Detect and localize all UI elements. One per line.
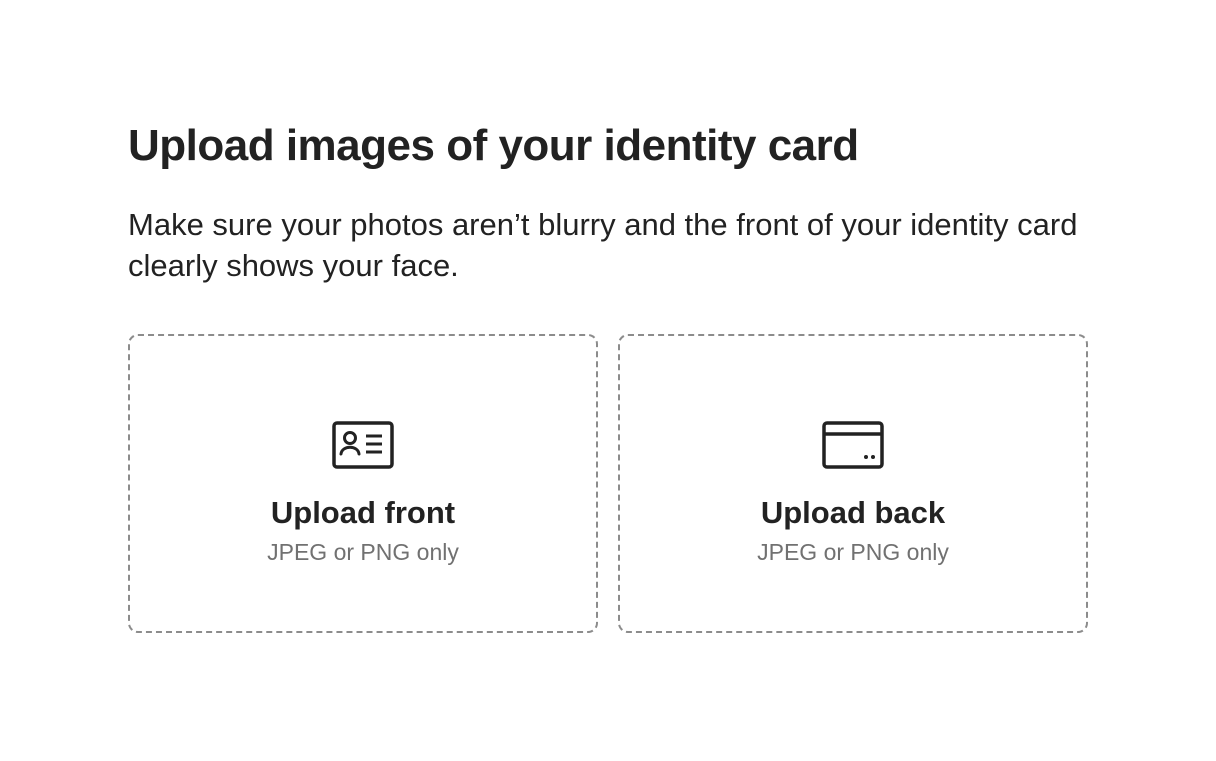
upload-identity-section: Upload images of your identity card Make… xyxy=(128,118,1088,633)
upload-front-label: Upload front xyxy=(270,495,456,530)
upload-back-label: Upload back xyxy=(760,495,946,530)
page-title: Upload images of your identity card xyxy=(128,121,859,170)
upload-back-hint: JPEG or PNG only xyxy=(757,539,949,565)
upload-front-button[interactable]: Upload front JPEG or PNG only xyxy=(128,334,598,633)
upload-front-hint: JPEG or PNG only xyxy=(267,539,459,565)
id-card-back-icon xyxy=(822,421,884,469)
upload-back-button[interactable]: Upload back JPEG or PNG only xyxy=(618,334,1088,633)
upload-options: Upload front JPEG or PNG only Upload bac… xyxy=(128,334,1088,633)
page-subtitle: Make sure your photos aren’t blurry and … xyxy=(128,207,1078,283)
id-card-front-icon xyxy=(332,421,394,469)
